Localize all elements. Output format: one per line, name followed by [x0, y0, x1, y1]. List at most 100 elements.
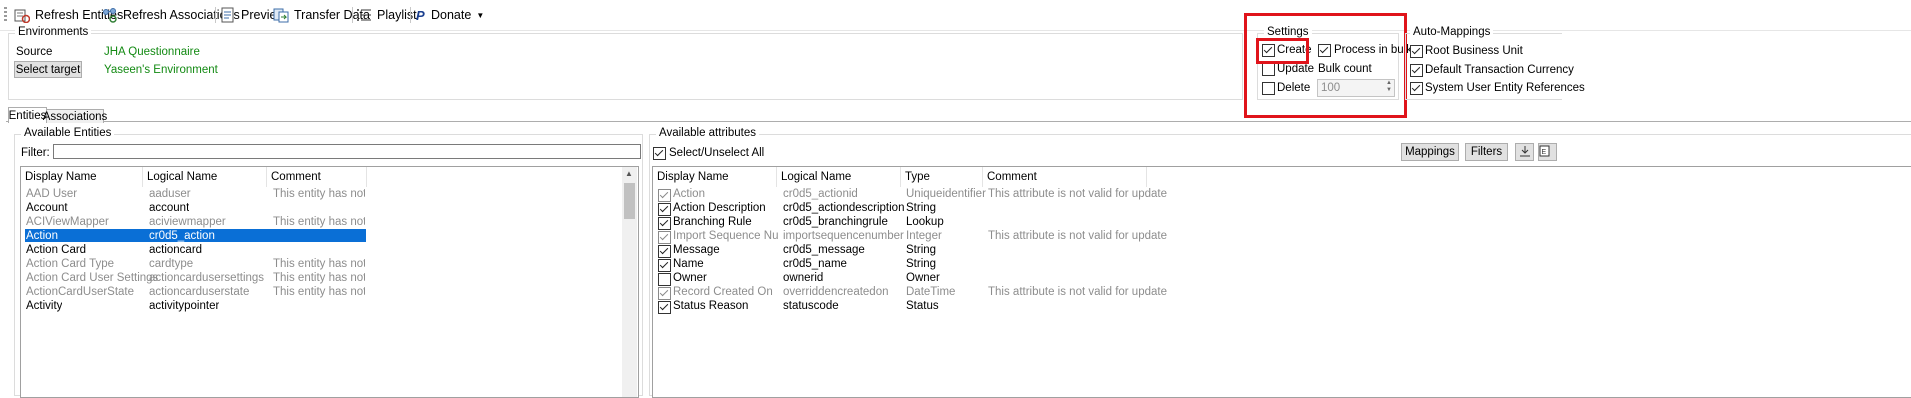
entity-logical-name: activitypointer [149, 300, 220, 312]
toolbar-separator [410, 7, 411, 23]
svg-text:P: P [416, 8, 425, 23]
tab-strip-border [6, 121, 1911, 122]
donate-dropdown[interactable]: P Donate ▼ [416, 6, 484, 24]
column-header-logical-name[interactable]: Logical Name [777, 167, 901, 187]
attribute-checkbox[interactable] [658, 203, 671, 216]
filter-label: Filter: [21, 147, 50, 159]
attribute-checkbox[interactable] [658, 245, 671, 258]
entity-logical-name: actioncarduserstate [149, 286, 250, 298]
filters-button[interactable]: Filters [1465, 143, 1508, 161]
entity-display-name: Action Card [26, 244, 87, 256]
tab-associations-label: Associations [42, 110, 108, 123]
entity-display-name: ActionCardUserState [26, 286, 135, 298]
attribute-logical-name: ownerid [783, 272, 824, 284]
column-header-display-name[interactable]: Display Name [21, 167, 143, 187]
select-all-checkbox[interactable] [653, 147, 666, 160]
scrollbar-thumb[interactable] [624, 183, 635, 219]
tab-associations[interactable]: Associations [43, 109, 107, 123]
entity-display-name: Account [26, 202, 68, 214]
attribute-type: String [906, 258, 937, 270]
select-all-label: Select/Unselect All [669, 147, 765, 159]
attribute-checkbox[interactable] [658, 217, 671, 230]
entity-logical-name: cr0d5_action [149, 230, 215, 242]
playlist-button[interactable]: Playlist [356, 6, 417, 24]
attribute-comment: This attribute is not valid for update [988, 188, 1167, 200]
refresh-associations-icon [102, 7, 118, 23]
environments-title: Environments [15, 26, 92, 38]
entity-display-name: Action Card Type [26, 258, 115, 270]
attribute-comment: This attribute is not valid for update [988, 230, 1167, 242]
attribute-checkbox[interactable] [658, 287, 671, 300]
entity-logical-name: aaduser [149, 188, 191, 200]
download-icon [1519, 145, 1531, 160]
attribute-type: Owner [906, 272, 940, 284]
entity-comment: This entity has not b... [273, 188, 365, 200]
scroll-up-icon[interactable]: ▲ [625, 169, 633, 178]
tab-entities-label: Entities [8, 109, 47, 122]
svg-text:E: E [1542, 149, 1547, 156]
attribute-checkbox[interactable] [658, 189, 671, 202]
target-value: Yaseen's Environment [104, 64, 218, 76]
root-business-unit-checkbox[interactable] [1410, 45, 1423, 58]
auto-mappings-title: Auto-Mappings [1410, 26, 1494, 38]
column-header-label: Logical Name [147, 171, 218, 183]
tab-entities[interactable]: Entities [8, 107, 47, 123]
default-transaction-currency-checkbox[interactable] [1410, 64, 1423, 77]
playlist-icon [356, 7, 372, 23]
entity-logical-name: account [149, 202, 190, 214]
filter-input[interactable] [53, 144, 641, 159]
attribute-checkbox[interactable] [658, 273, 671, 286]
column-header-label: Comment [271, 171, 321, 183]
toolbar: Refresh Entities Refresh Associations Pr… [0, 0, 1911, 31]
attribute-checkbox[interactable] [658, 259, 671, 272]
export-excel-button[interactable]: E [1538, 143, 1557, 161]
entities-list[interactable]: Display Name Logical Name Comment AAD Us… [20, 166, 639, 398]
column-header-display-name[interactable]: Display Name [653, 167, 777, 187]
attribute-display-name: Owner [673, 272, 707, 284]
attribute-type: String [906, 202, 937, 214]
mappings-button[interactable]: Mappings [1401, 143, 1459, 161]
attribute-logical-name: cr0d5_branchingrule [783, 216, 888, 228]
attribute-checkbox[interactable] [658, 231, 671, 244]
attribute-display-name: Action [673, 188, 705, 200]
mappings-label: Mappings [1405, 146, 1455, 158]
column-header-logical-name[interactable]: Logical Name [143, 167, 267, 187]
column-header-comment[interactable]: Comment [267, 167, 367, 187]
source-label: Source [16, 46, 53, 58]
entity-comment: This entity has not b... [273, 272, 365, 284]
column-header-comment[interactable]: Comment [983, 167, 1147, 187]
entity-display-name: AAD User [26, 188, 78, 200]
select-target-button[interactable]: Select target [14, 61, 82, 78]
column-header-type[interactable]: Type [901, 167, 983, 187]
entity-comment: This entity has not b... [273, 258, 365, 270]
create-highlight-box [1256, 38, 1309, 64]
toolbar-grip [4, 7, 7, 23]
column-header-label: Type [905, 171, 930, 183]
attribute-logical-name: cr0d5_message [783, 244, 865, 256]
entity-logical-name: cardtype [149, 258, 194, 270]
system-user-entity-references-checkbox[interactable] [1410, 82, 1423, 95]
attribute-display-name: Branching Rule [673, 216, 752, 228]
attribute-display-name: Status Reason [673, 300, 749, 312]
entity-display-name: Activity [26, 300, 63, 312]
column-header-label: Comment [987, 171, 1037, 183]
attribute-logical-name: cr0d5_actiondescription [783, 202, 905, 214]
available-entities-title: Available Entities [21, 127, 115, 139]
attribute-type: Status [906, 300, 939, 312]
attribute-comment: This attribute is not valid for update [988, 286, 1167, 298]
entities-scrollbar[interactable]: ▲ [622, 167, 637, 397]
select-target-label: Select target [15, 63, 81, 76]
filters-label: Filters [1470, 146, 1503, 158]
column-header-label: Logical Name [781, 171, 852, 183]
attribute-logical-name: cr0d5_actionid [783, 188, 858, 200]
attribute-display-name: Action Description [673, 202, 766, 214]
attribute-checkbox[interactable] [658, 301, 671, 314]
entity-comment: This entity has not b... [273, 216, 365, 228]
entity-logical-name: actioncardusersettings [149, 272, 265, 284]
download-button[interactable] [1515, 143, 1534, 161]
attribute-display-name: Message [673, 244, 720, 256]
attributes-list[interactable]: Display Name Logical Name Type Comment A… [652, 166, 1911, 398]
entity-display-name: ACIViewMapper [26, 216, 109, 228]
attribute-display-name: Import Sequence Num... [673, 230, 779, 242]
entity-logical-name: aciviewmapper [149, 216, 226, 228]
